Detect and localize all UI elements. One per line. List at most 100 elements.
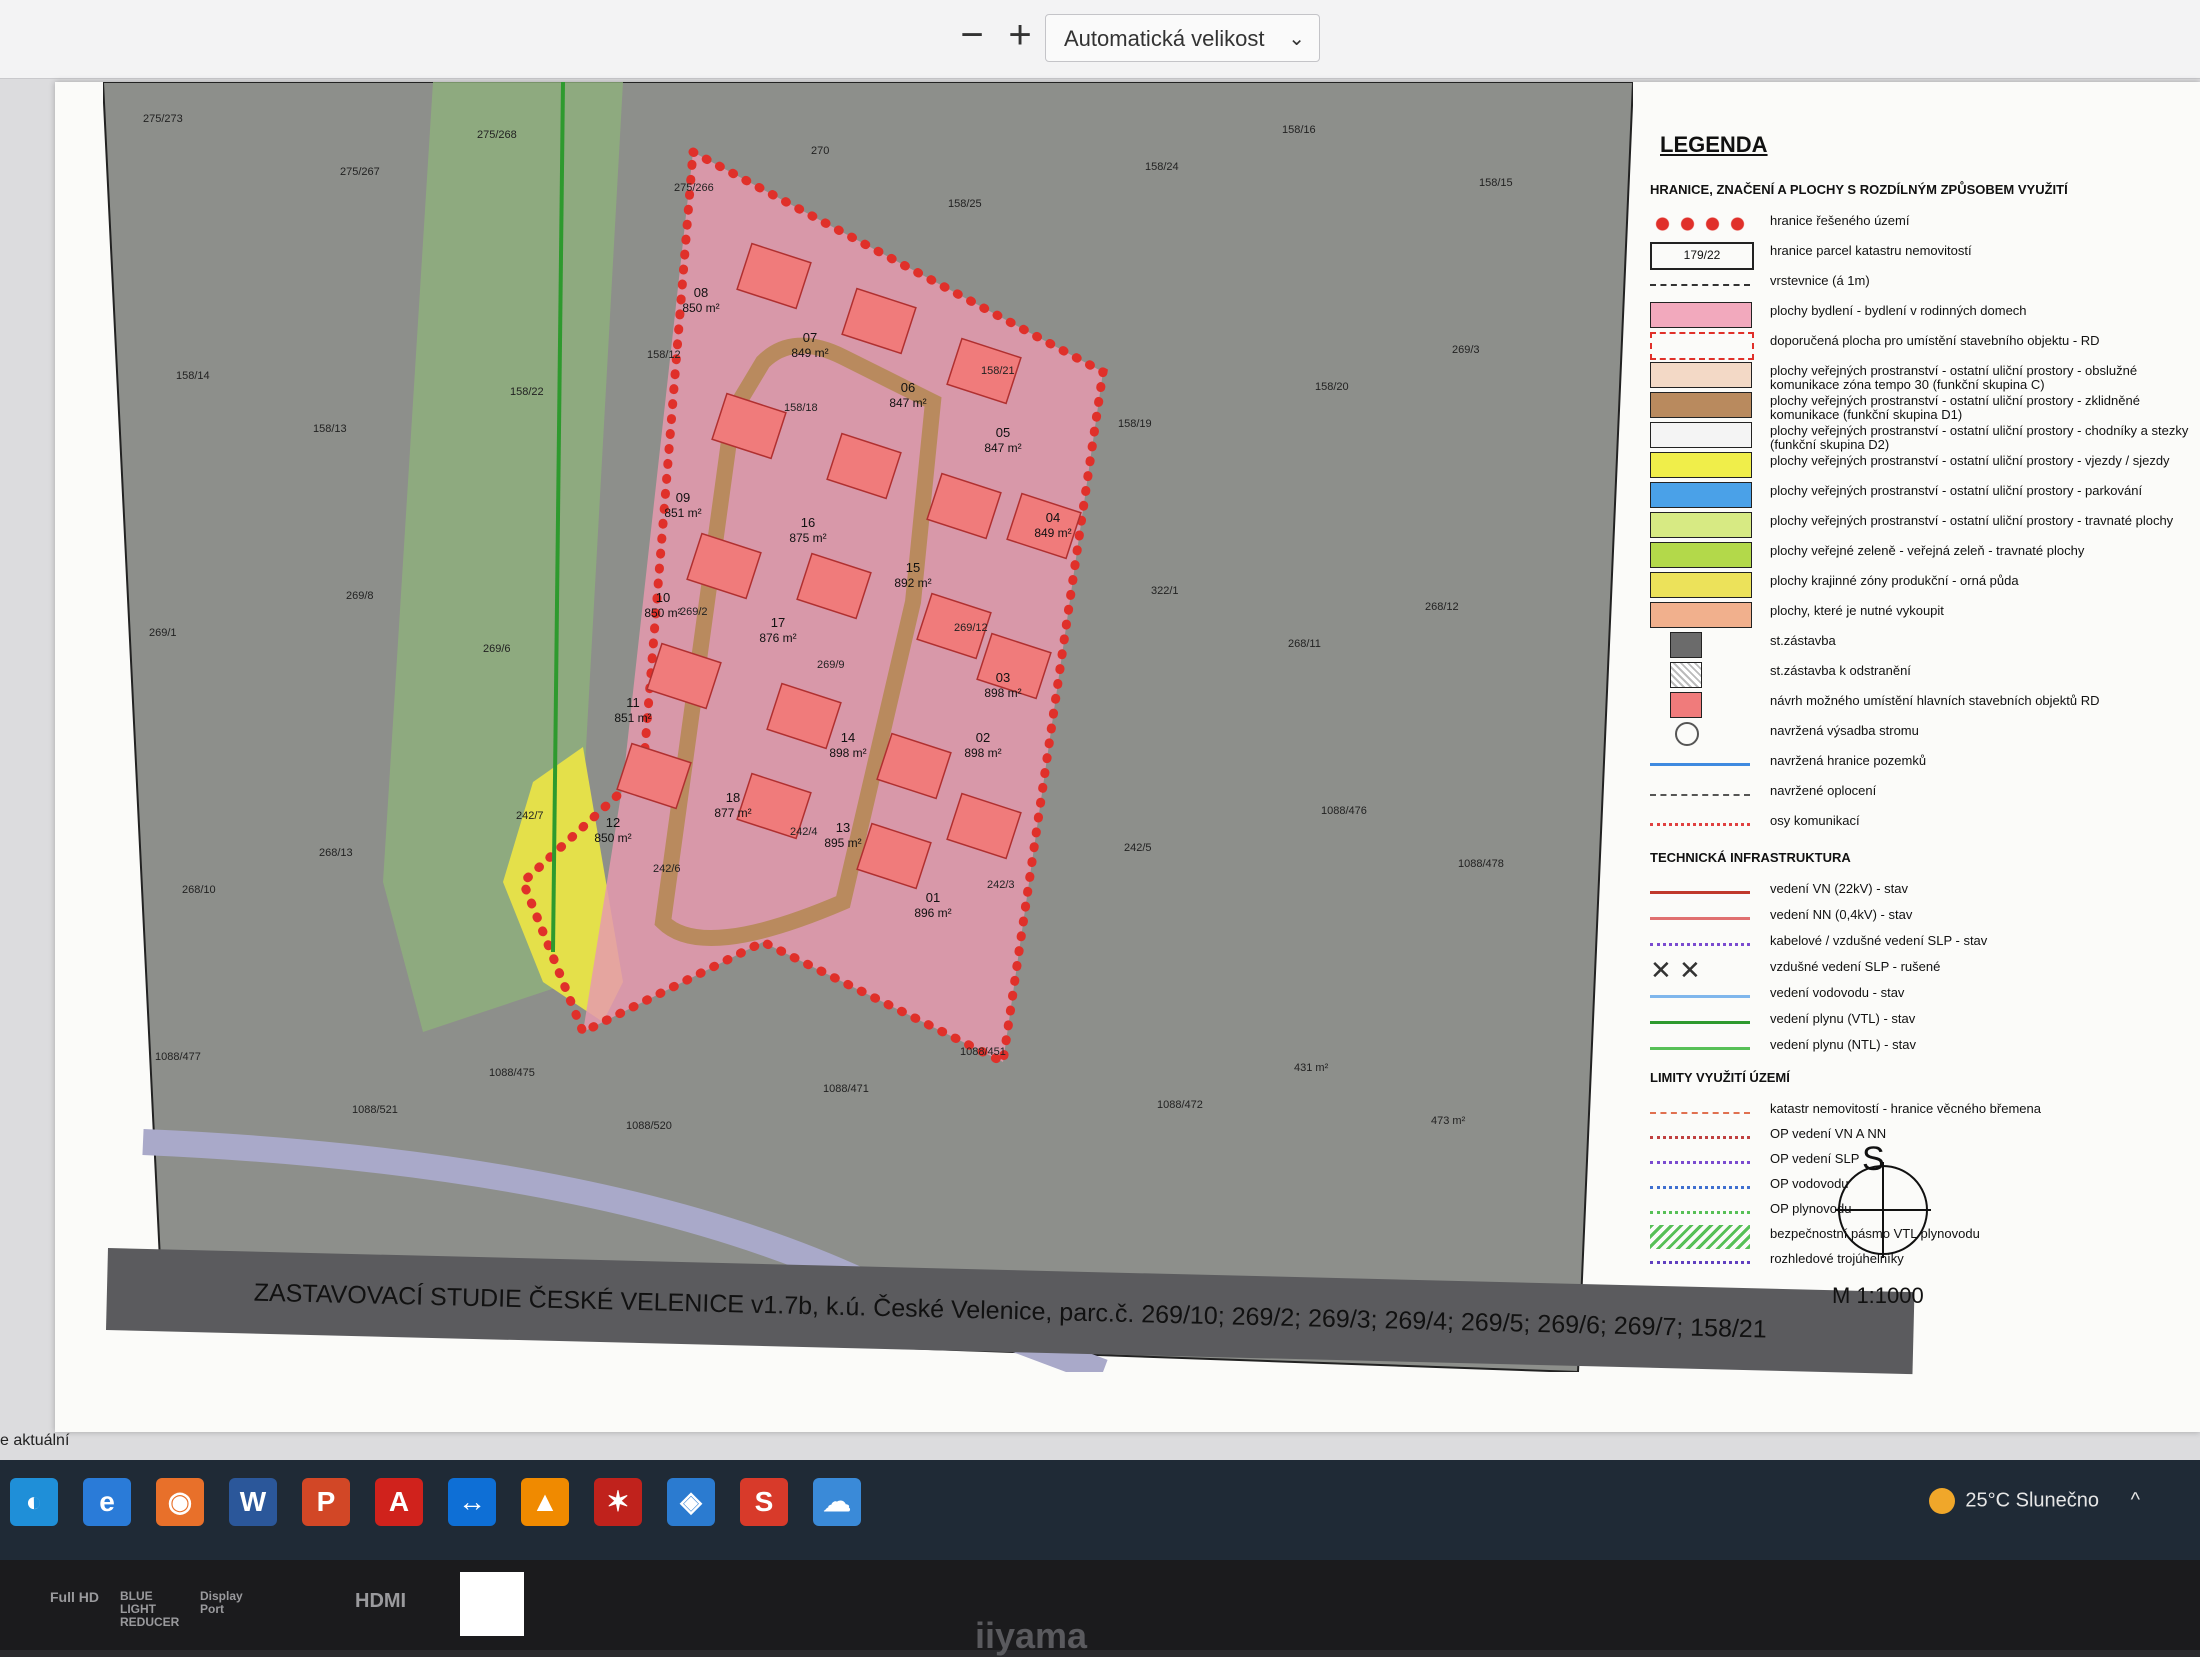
legend-swatch bbox=[1650, 932, 1750, 946]
app-cloud-icon[interactable]: ☁ bbox=[813, 1478, 861, 1526]
legend-item-label: kabelové / vzdušné vedení SLP - stav bbox=[1770, 933, 1988, 948]
legend-item: 179/22 hranice parcel katastru nemovitost… bbox=[1640, 240, 2200, 270]
app-s-icon[interactable]: S bbox=[740, 1478, 788, 1526]
legend-swatch bbox=[1670, 662, 1702, 688]
legend-item: plochy veřejných prostranství - ostatní … bbox=[1640, 390, 2200, 422]
windows-taskbar: ◐ e ◉ W P A ↔ ▲ ✶ ◈ S ☁ 25°C Slunečno ^ bbox=[0, 1460, 2200, 1560]
legend-item: vedení plynu (NTL) - stav bbox=[1640, 1034, 2200, 1060]
legend-item: plochy bydlení - bydlení v rodinných dom… bbox=[1640, 300, 2200, 328]
parcel-area-label: 850 m² bbox=[644, 606, 681, 620]
zoom-select-value: Automatická velikost bbox=[1064, 26, 1265, 51]
app-fire-icon[interactable]: ◈ bbox=[667, 1478, 715, 1526]
site-plan-map: 08 850 m² 07 849 m² 06 847 m² 05 847 m² 04 849 m²… bbox=[103, 82, 1633, 1372]
parcel-area-label: 892 m² bbox=[894, 576, 931, 590]
app-red-icon[interactable]: ✶ bbox=[594, 1478, 642, 1526]
legend-swatch bbox=[1670, 632, 1702, 658]
edge-icon[interactable]: ◐ bbox=[10, 1478, 58, 1526]
cadastral-label: 158/24 bbox=[1145, 161, 1179, 173]
cadastral-label: 1088/475 bbox=[489, 1067, 535, 1079]
parcel-area-label: 849 m² bbox=[791, 346, 828, 360]
zoom-out-button[interactable]: − bbox=[950, 10, 994, 60]
cadastral-label: 1088/472 bbox=[1157, 1099, 1203, 1111]
tray-chevron-icon[interactable]: ^ bbox=[2131, 1489, 2140, 1511]
legend-item: plochy veřejných prostranství - ostatní … bbox=[1640, 420, 2200, 452]
cadastral-label: 268/10 bbox=[182, 884, 216, 896]
legend-item-label: vedení NN (0,4kV) - stav bbox=[1770, 907, 1913, 922]
ie-icon[interactable]: e bbox=[83, 1478, 131, 1526]
bezel-label-displayport: Display Port bbox=[200, 1589, 243, 1616]
legend-item-label: navržené oplocení bbox=[1770, 783, 1877, 798]
legend-swatch bbox=[1650, 212, 1750, 236]
parcel-area-label: 895 m² bbox=[824, 836, 861, 850]
legend-item-label: vzdušné vedení SLP - rušené bbox=[1770, 959, 1941, 974]
legend-item: OP vedení VN A NN bbox=[1640, 1123, 2200, 1149]
word-icon[interactable]: W bbox=[229, 1478, 277, 1526]
legend-swatch bbox=[1650, 602, 1752, 628]
legend-item: hranice řešeného území bbox=[1640, 210, 2200, 236]
site-plan-drawing: 08850 m²07849 m²06847 m²05847 m²04849 m²… bbox=[103, 82, 1633, 1372]
legend-item-label: plochy, které je nutné vykoupit bbox=[1770, 603, 1944, 618]
legend-item: vedení vodovodu - stav bbox=[1640, 982, 2200, 1008]
cadastral-label: 158/20 bbox=[1315, 381, 1349, 393]
legend-swatch bbox=[1670, 692, 1702, 718]
cadastral-label: 158/19 bbox=[1118, 418, 1152, 430]
parcel-label: 17 bbox=[771, 615, 785, 630]
legend-item-label: vedení plynu (NTL) - stav bbox=[1770, 1037, 1916, 1052]
parcel-label: 12 bbox=[606, 815, 620, 830]
legend-item: návrh možného umístění hlavních stavební… bbox=[1640, 690, 2200, 718]
legend-item: plochy veřejných prostranství - ostatní … bbox=[1640, 360, 2200, 392]
cadastral-label: 269/1 bbox=[149, 627, 177, 639]
cadastral-label: 158/13 bbox=[313, 423, 347, 435]
parcel-area-label: 847 m² bbox=[984, 441, 1021, 455]
legend-item: plochy veřejné zeleně - veřejná zeleň - … bbox=[1640, 540, 2200, 568]
cadastral-label: 275/273 bbox=[143, 113, 183, 125]
legend-swatch bbox=[1650, 906, 1750, 920]
parcel-area-label: 850 m² bbox=[682, 301, 719, 315]
chevron-down-icon: ⌄ bbox=[1288, 28, 1305, 50]
legend-heading: HRANICE, ZNAČENÍ A PLOCHY S ROZDÍLNÝM ZP… bbox=[1650, 182, 2068, 197]
cadastral-label: 473 m² bbox=[1431, 1115, 1466, 1127]
cadastral-label: 158/12 bbox=[647, 349, 681, 361]
legend-item: ✕ ✕ vzdušné vedení SLP - rušené bbox=[1640, 956, 2200, 983]
cadastral-label: 1088/478 bbox=[1458, 858, 1504, 870]
legend-swatch bbox=[1650, 1250, 1750, 1264]
firefox-icon[interactable]: ◉ bbox=[156, 1478, 204, 1526]
legend-swatch bbox=[1650, 984, 1750, 998]
zoom-in-button[interactable]: + bbox=[998, 10, 1042, 60]
parcel-label: 16 bbox=[801, 515, 815, 530]
legend-item-label: st.zástavba bbox=[1770, 633, 1836, 648]
weather-widget[interactable]: 25°C Slunečno ^ bbox=[1929, 1488, 2140, 1514]
status-text: e aktuální bbox=[0, 1432, 70, 1449]
monitor-bezel: Full HD BLUE LIGHT REDUCER Display Port … bbox=[0, 1560, 2200, 1656]
legend-swatch: 179/22 bbox=[1650, 242, 1754, 270]
teamviewer-icon[interactable]: ↔ bbox=[448, 1478, 496, 1526]
cadastral-label: 1088/521 bbox=[352, 1104, 398, 1116]
legend-swatch bbox=[1650, 1200, 1750, 1214]
powerpoint-icon[interactable]: P bbox=[302, 1478, 350, 1526]
parcel-area-label: 898 m² bbox=[829, 746, 866, 760]
legend-item-label: plochy bydlení - bydlení v rodinných dom… bbox=[1770, 303, 2027, 318]
legend-item: katastr nemovitostí - hranice věcného bř… bbox=[1640, 1098, 2200, 1124]
parcel-label: 10 bbox=[656, 590, 670, 605]
legend-item-label: plochy veřejných prostranství - ostatní … bbox=[1770, 453, 2170, 468]
legend-item-label: vedení vodovodu - stav bbox=[1770, 985, 1905, 1000]
cadastral-label: 242/6 bbox=[653, 863, 681, 875]
cadastral-label: 158/25 bbox=[948, 198, 982, 210]
cadastral-label: 269/9 bbox=[817, 659, 845, 671]
parcel-area-label: 877 m² bbox=[714, 806, 751, 820]
cadastral-label: 1088/451 bbox=[960, 1046, 1006, 1058]
vlc-icon[interactable]: ▲ bbox=[521, 1478, 569, 1526]
zoom-select[interactable]: Automatická velikost ⌄ bbox=[1045, 14, 1320, 62]
parcel-area-label: 898 m² bbox=[984, 686, 1021, 700]
parcel-label: 18 bbox=[726, 790, 740, 805]
parcel-label: 13 bbox=[836, 820, 850, 835]
parcel-area-label: 896 m² bbox=[914, 906, 951, 920]
legend-swatch bbox=[1650, 482, 1752, 508]
legend-swatch bbox=[1650, 1150, 1750, 1164]
parcel-label: 15 bbox=[906, 560, 920, 575]
parcel-area-label: 875 m² bbox=[789, 531, 826, 545]
legend-swatch bbox=[1650, 1036, 1750, 1050]
parcel-area-label: 851 m² bbox=[664, 506, 701, 520]
parcel-label: 08 bbox=[694, 285, 708, 300]
acrobat-icon[interactable]: A bbox=[375, 1478, 423, 1526]
